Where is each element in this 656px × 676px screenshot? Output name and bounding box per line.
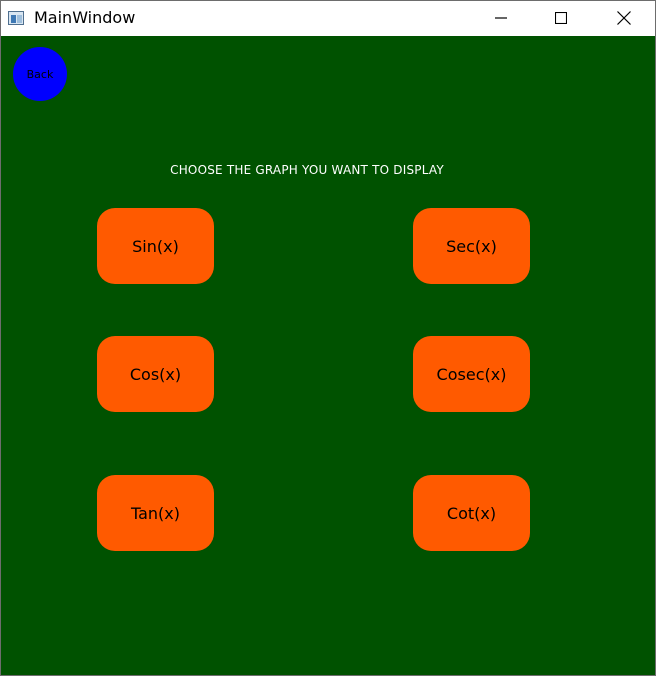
- title-bar[interactable]: MainWindow: [1, 1, 655, 35]
- cosec-button[interactable]: Cosec(x): [413, 336, 530, 412]
- minimize-button[interactable]: [478, 1, 524, 35]
- instruction-label: CHOOSE THE GRAPH YOU WANT TO DISPLAY: [170, 163, 444, 177]
- cot-button[interactable]: Cot(x): [413, 475, 530, 551]
- window-title: MainWindow: [34, 8, 136, 27]
- back-button[interactable]: Back: [13, 47, 67, 101]
- sec-button[interactable]: Sec(x): [413, 208, 530, 284]
- minimize-icon: [495, 17, 507, 19]
- close-button[interactable]: [601, 1, 647, 35]
- graph-chooser-panel: Back CHOOSE THE GRAPH YOU WANT TO DISPLA…: [1, 36, 655, 675]
- sin-button[interactable]: Sin(x): [97, 208, 214, 284]
- maximize-button[interactable]: [538, 1, 584, 35]
- close-icon: [617, 11, 631, 25]
- main-window: MainWindow Back CHOOSE THE GRAPH YOU WAN…: [0, 0, 656, 676]
- tan-button[interactable]: Tan(x): [97, 475, 214, 551]
- maximize-icon: [555, 12, 567, 24]
- cos-button[interactable]: Cos(x): [97, 336, 214, 412]
- app-window-icon: [8, 11, 24, 25]
